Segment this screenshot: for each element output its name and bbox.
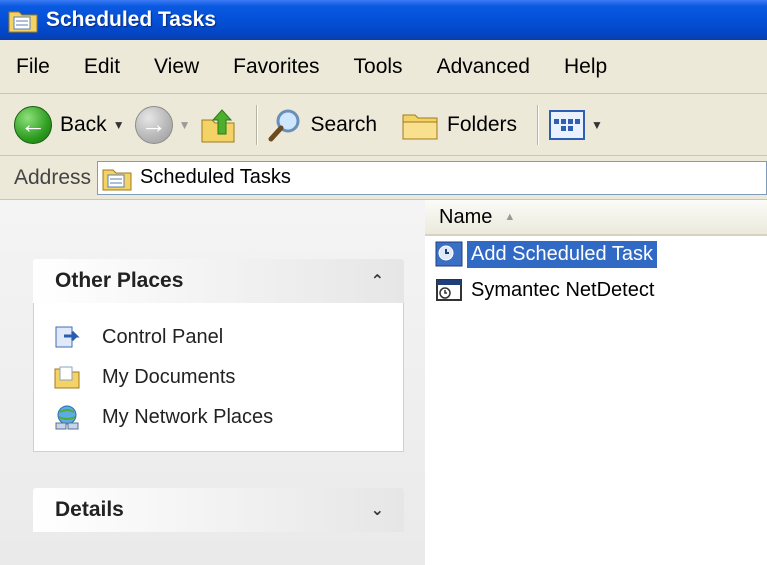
details-title: Details [55, 498, 124, 521]
file-name: Symantec NetDetect [471, 278, 655, 301]
back-button[interactable]: ← Back ▼ [14, 105, 125, 144]
other-places-list: Control Panel My Documents My Network Pl… [33, 303, 404, 452]
menu-advanced[interactable]: Advanced [435, 51, 532, 83]
place-label: My Network Places [102, 405, 274, 428]
file-name: Add Scheduled Task [467, 240, 657, 268]
place-my-network-places[interactable]: My Network Places [54, 397, 403, 437]
address-label: Address [14, 165, 92, 189]
toolbar-separator [537, 104, 540, 145]
scheduled-tasks-icon [8, 11, 38, 33]
folders-icon [402, 114, 438, 139]
task-pane: Other Places ⌃ Control Panel My Document… [0, 200, 425, 565]
back-arrow-icon: ← [14, 105, 52, 144]
place-label: My Documents [102, 365, 236, 388]
column-name-label: Name [439, 205, 493, 228]
expand-chevron-icon[interactable]: ⌄ [371, 500, 384, 520]
place-label: Control Panel [102, 325, 224, 348]
details-panel: Details ⌄ [33, 488, 404, 532]
other-places-header[interactable]: Other Places ⌃ [33, 259, 404, 303]
title-bar[interactable]: Scheduled Tasks [0, 0, 767, 40]
network-places-icon [55, 405, 79, 430]
views-dropdown-icon[interactable]: ▼ [591, 118, 603, 132]
address-bar: Address Scheduled Tasks [0, 156, 767, 200]
details-header[interactable]: Details ⌄ [33, 488, 404, 532]
up-folder-button[interactable] [200, 106, 236, 144]
menu-tools[interactable]: Tools [352, 51, 405, 83]
file-list: Name ▲ Add Scheduled Task Symantec NetDe… [425, 200, 767, 565]
up-folder-icon [201, 108, 235, 142]
forward-arrow-icon: → [134, 105, 173, 144]
menu-bar: File Edit View Favorites Tools Advanced … [0, 40, 767, 94]
menu-file[interactable]: File [14, 51, 52, 83]
views-button[interactable]: ▼ [549, 109, 603, 140]
add-task-icon [435, 241, 463, 267]
sort-ascending-icon: ▲ [504, 211, 516, 223]
search-icon [268, 109, 300, 141]
search-button[interactable]: Search [268, 108, 377, 142]
toolbar: ← Back ▼ → ▼ Search Folders ▼ [0, 94, 767, 156]
other-places-panel: Other Places ⌃ Control Panel My Document… [33, 259, 404, 452]
address-input[interactable]: Scheduled Tasks [97, 160, 767, 195]
toolbar-separator [256, 104, 259, 145]
menu-view[interactable]: View [152, 51, 201, 83]
menu-help[interactable]: Help [562, 51, 609, 83]
collapse-chevron-icon[interactable]: ⌃ [371, 271, 384, 291]
forward-button[interactable]: → ▼ [134, 105, 191, 144]
back-label: Back [60, 112, 107, 136]
scheduled-tasks-icon [102, 169, 132, 190]
search-label: Search [310, 112, 378, 136]
back-dropdown-icon[interactable]: ▼ [113, 118, 125, 132]
folders-label: Folders [447, 112, 518, 136]
address-value: Scheduled Tasks [140, 166, 291, 188]
window-title: Scheduled Tasks [46, 8, 217, 31]
scheduled-task-icon [436, 279, 462, 301]
folders-button[interactable]: Folders [401, 109, 517, 141]
column-header-name[interactable]: Name ▲ [425, 200, 767, 236]
menu-favorites[interactable]: Favorites [231, 51, 321, 83]
other-places-title: Other Places [55, 269, 184, 292]
place-my-documents[interactable]: My Documents [54, 357, 403, 397]
forward-dropdown-icon[interactable]: ▼ [179, 118, 191, 132]
control-panel-icon [55, 326, 80, 348]
place-control-panel[interactable]: Control Panel [54, 317, 403, 357]
views-icon [549, 109, 586, 140]
file-item-symantec-netdetect[interactable]: Symantec NetDetect [425, 272, 767, 308]
file-item-add-scheduled-task[interactable]: Add Scheduled Task [425, 236, 767, 272]
my-documents-icon [54, 366, 80, 389]
menu-edit[interactable]: Edit [82, 51, 122, 83]
